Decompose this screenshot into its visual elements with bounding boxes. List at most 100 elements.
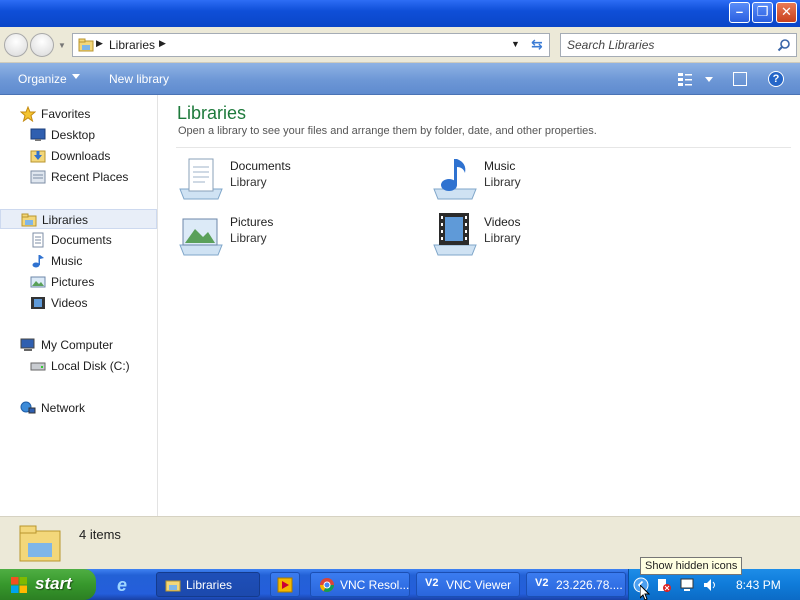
taskbar-item-media[interactable] bbox=[270, 572, 300, 597]
sidebar-label: Recent Places bbox=[51, 170, 129, 184]
library-pictures[interactable]: Pictures Library bbox=[177, 211, 407, 259]
libraries-icon bbox=[19, 525, 61, 562]
recent-places-icon bbox=[30, 170, 46, 184]
taskbar-item-vnc-resolution[interactable]: VNC Resol... bbox=[310, 572, 410, 597]
library-name: Documents bbox=[230, 159, 291, 173]
mouse-cursor-icon bbox=[640, 585, 650, 600]
library-kind: Library bbox=[230, 175, 267, 189]
desktop-icon bbox=[30, 128, 46, 141]
sidebar-label: Libraries bbox=[42, 213, 89, 227]
close-button[interactable]: ✕ bbox=[776, 2, 797, 23]
divider bbox=[176, 147, 791, 148]
windows-logo-icon bbox=[11, 577, 27, 593]
address-dropdown-icon[interactable]: ▼ bbox=[511, 39, 520, 49]
library-name: Pictures bbox=[230, 215, 274, 229]
chrome-icon bbox=[320, 578, 334, 592]
window-title-bar[interactable]: – ❐ ✕ bbox=[0, 0, 800, 27]
page-subtitle: Open a library to see your files and arr… bbox=[178, 125, 597, 137]
organize-button[interactable]: Organize bbox=[18, 72, 67, 86]
network-status-icon[interactable] bbox=[679, 577, 695, 593]
downloads-icon bbox=[30, 150, 46, 163]
sidebar-item-libraries[interactable]: Libraries bbox=[0, 209, 157, 229]
media-player-icon bbox=[277, 577, 293, 593]
sidebar-label: Favorites bbox=[41, 107, 91, 121]
action-center-icon[interactable] bbox=[656, 577, 672, 593]
change-view-icon[interactable] bbox=[678, 72, 692, 86]
minimize-button[interactable]: – bbox=[729, 2, 750, 23]
breadcrumb-libraries[interactable]: Libraries bbox=[109, 38, 155, 52]
sidebar-item-videos[interactable]: Videos bbox=[0, 293, 157, 313]
clock[interactable]: 8:43 PM bbox=[736, 578, 781, 592]
library-name: Videos bbox=[484, 215, 521, 229]
library-kind: Library bbox=[484, 175, 521, 189]
back-button[interactable] bbox=[4, 33, 28, 57]
computer-icon bbox=[20, 338, 35, 351]
internet-explorer-icon[interactable]: e bbox=[117, 575, 137, 595]
volume-icon[interactable] bbox=[702, 577, 718, 593]
pictures-icon bbox=[30, 276, 46, 288]
libraries-icon bbox=[78, 38, 94, 52]
taskbar-item-label: Libraries bbox=[186, 578, 233, 592]
library-kind: Library bbox=[230, 231, 267, 245]
library-music[interactable]: Music Library bbox=[431, 155, 661, 203]
library-videos[interactable]: Videos Library bbox=[431, 211, 661, 259]
new-library-button[interactable]: New library bbox=[109, 72, 169, 86]
sidebar-item-music[interactable]: Music bbox=[0, 251, 157, 271]
sidebar-item-my-computer[interactable]: My Computer bbox=[0, 335, 157, 355]
recent-pages-dropdown[interactable]: ▼ bbox=[58, 41, 66, 50]
taskbar-item-vnc-viewer[interactable]: V2 VNC Viewer bbox=[416, 572, 520, 597]
search-input[interactable]: Search Libraries bbox=[560, 33, 797, 57]
breadcrumb-arrow-icon[interactable]: ▶ bbox=[159, 38, 166, 49]
page-title: Libraries bbox=[177, 103, 247, 123]
sidebar-item-pictures[interactable]: Pictures bbox=[0, 272, 157, 292]
libraries-icon bbox=[21, 213, 37, 227]
vnc-icon: V2 bbox=[425, 577, 439, 589]
taskbar-item-label: 23.226.78.... bbox=[556, 578, 623, 592]
organize-dropdown-icon[interactable] bbox=[72, 74, 80, 79]
breadcrumb-arrow-icon[interactable]: ▶ bbox=[96, 38, 103, 49]
start-button[interactable]: start bbox=[0, 569, 96, 600]
sidebar-item-local-disk[interactable]: Local Disk (C:) bbox=[0, 356, 157, 376]
sidebar-label: Videos bbox=[51, 296, 88, 310]
sidebar-item-documents[interactable]: Documents bbox=[0, 230, 157, 250]
documents-icon bbox=[32, 232, 44, 248]
music-library-icon bbox=[433, 159, 477, 200]
forward-button[interactable] bbox=[30, 33, 54, 57]
address-row: ▼ ▶ Libraries ▶ ▼ ⇆ Search Libraries bbox=[0, 27, 800, 63]
sidebar-label: Documents bbox=[51, 233, 112, 247]
sidebar-label: Network bbox=[41, 401, 86, 415]
sidebar-item-desktop[interactable]: Desktop bbox=[0, 125, 157, 145]
vnc-icon: V2 bbox=[535, 577, 549, 589]
sidebar-label: Downloads bbox=[51, 149, 111, 163]
sidebar-label: My Computer bbox=[41, 338, 114, 352]
maximize-button[interactable]: ❐ bbox=[752, 2, 773, 23]
search-icon[interactable] bbox=[777, 38, 791, 52]
pictures-library-icon bbox=[179, 218, 223, 256]
music-icon bbox=[32, 255, 44, 268]
star-icon bbox=[20, 106, 36, 122]
refresh-icon[interactable]: ⇆ bbox=[531, 36, 547, 52]
start-label: start bbox=[35, 574, 72, 593]
preview-pane-icon[interactable] bbox=[733, 72, 747, 86]
taskbar-item-vnc-session[interactable]: V2 23.226.78.... bbox=[526, 572, 626, 597]
sidebar-label: Pictures bbox=[51, 275, 95, 289]
content-pane: Libraries Open a library to see your fil… bbox=[159, 95, 800, 516]
library-documents[interactable]: Documents Library bbox=[177, 155, 407, 203]
network-icon bbox=[20, 401, 36, 414]
address-bar[interactable]: ▶ Libraries ▶ ▼ ⇆ bbox=[72, 33, 550, 57]
sidebar-label: Music bbox=[51, 254, 83, 268]
taskbar-item-libraries[interactable]: Libraries bbox=[156, 572, 260, 597]
sidebar-item-favorites[interactable]: Favorites bbox=[0, 104, 157, 124]
command-bar: Organize New library ? bbox=[0, 63, 800, 95]
sidebar-label: Local Disk (C:) bbox=[51, 359, 130, 373]
tooltip-show-hidden-icons: Show hidden icons bbox=[640, 557, 743, 575]
sidebar-item-downloads[interactable]: Downloads bbox=[0, 146, 157, 166]
videos-library-icon bbox=[433, 213, 477, 256]
sidebar-item-network[interactable]: Network bbox=[0, 398, 157, 418]
view-dropdown-icon[interactable] bbox=[705, 77, 713, 82]
hard-drive-icon bbox=[30, 362, 46, 371]
libraries-icon bbox=[165, 580, 181, 592]
sidebar-item-recent-places[interactable]: Recent Places bbox=[0, 167, 157, 187]
help-icon[interactable]: ? bbox=[768, 71, 784, 87]
navigation-pane: Favorites Desktop Downloads Recent Place… bbox=[0, 95, 158, 516]
